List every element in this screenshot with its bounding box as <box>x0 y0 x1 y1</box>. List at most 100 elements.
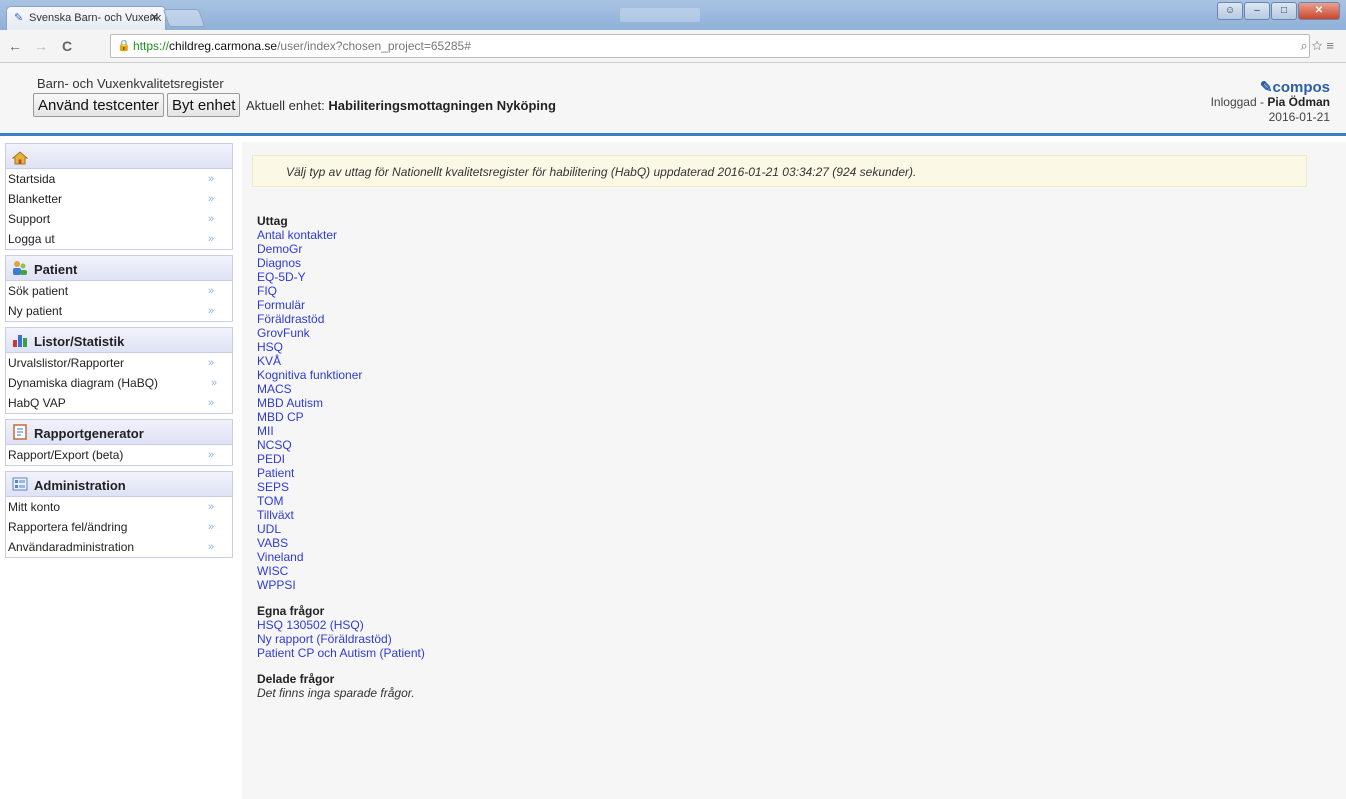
site-favicon-icon: ✎ <box>14 12 24 24</box>
tab-close-icon[interactable]: ✕ <box>150 11 159 24</box>
minimize-icon[interactable]: – <box>1244 2 1270 20</box>
report-link[interactable]: NCSQ <box>257 438 425 452</box>
report-link[interactable]: Kognitiva funktioner <box>257 368 425 382</box>
sidebar-item-label: HabQ VAP <box>8 396 66 410</box>
sidebar-item-urvalslistor[interactable]: Urvalslistor/Rapporter » <box>6 353 232 373</box>
register-title: Barn- och Vuxenkvalitetsregister <box>37 76 224 91</box>
panel-title: Patient <box>34 262 78 277</box>
inloggad-label: Inloggad - <box>1210 95 1264 109</box>
panel-title: Listor/Statistik <box>34 334 125 349</box>
sidebar-item-label: Startsida <box>8 172 56 186</box>
browser-toolbar: ← → C 🔒 https://childreg.carmona.se/user… <box>0 30 1346 63</box>
panel-home-head <box>6 144 232 169</box>
report-link[interactable]: Patient <box>257 466 425 480</box>
url-scheme: https:// <box>133 39 170 53</box>
lock-icon: 🔒 <box>117 40 131 52</box>
delade-fragor-heading: Delade frågor <box>257 672 335 686</box>
sidebar-item-logga-ut[interactable]: Logga ut » <box>6 229 232 249</box>
report-link[interactable]: HSQ <box>257 340 425 354</box>
report-link[interactable]: Tillväxt <box>257 508 425 522</box>
sidebar-item-habq-vap[interactable]: HabQ VAP » <box>6 393 232 413</box>
report-link[interactable]: MII <box>257 424 425 438</box>
panel-rapportgenerator: Rapportgenerator Rapport/Export (beta) » <box>5 419 233 466</box>
report-link[interactable]: MBD Autism <box>257 396 425 410</box>
chevron-right-icon: » <box>208 285 215 297</box>
new-tab-button[interactable] <box>162 9 206 27</box>
sidebar-item-label: Användaradministration <box>8 540 135 554</box>
chevron-right-icon: » <box>211 377 218 389</box>
report-link[interactable]: EQ-5D-Y <box>257 270 425 284</box>
sidebar-item-label: Mitt konto <box>8 500 61 514</box>
report-link[interactable]: DemoGr <box>257 242 425 256</box>
report-link[interactable]: MACS <box>257 382 425 396</box>
sidebar-item-label: Logga ut <box>8 232 55 246</box>
uttag-list: Antal kontakter DemoGr Diagnos EQ-5D-Y FIQ Fo… <box>257 228 425 592</box>
sidebar-item-blanketter[interactable]: Blanketter » <box>6 189 232 209</box>
sidebar-item-sok-patient[interactable]: Sök patient » <box>6 281 232 301</box>
report-link[interactable]: PEDI <box>257 452 425 466</box>
egna-fragor-heading: Egna frågor <box>257 604 325 618</box>
byt-enhet-button[interactable]: Byt enhet <box>167 93 241 117</box>
sidebar-item-label: Ny patient <box>8 304 63 318</box>
sidebar-item-anvandaradministration[interactable]: Användaradministration » <box>6 537 232 557</box>
report-link[interactable]: Antal kontakter <box>257 228 425 242</box>
panel-administration: Administration Mitt konto » Rapportera fe… <box>5 471 233 558</box>
compos-logo: ✎compos <box>1260 78 1330 96</box>
url-host: childreg.carmona.se <box>169 39 278 53</box>
sidebar-item-rapportera-fel[interactable]: Rapportera fel/ändring » <box>6 517 232 537</box>
logo-mark-icon: ✎ <box>1259 79 1273 96</box>
report-link[interactable]: WISC <box>257 564 425 578</box>
report-link[interactable]: Formulär <box>257 298 425 312</box>
chevron-right-icon: » <box>208 173 215 185</box>
panel-patient: Patient Sök patient » Ny patient » <box>5 255 233 322</box>
logo-text: compos <box>1272 79 1330 96</box>
sidebar-item-rapport-export[interactable]: Rapport/Export (beta) » <box>6 445 232 465</box>
panel-title: Rapportgenerator <box>34 426 144 441</box>
report-link[interactable]: TOM <box>257 494 425 508</box>
report-link[interactable]: SEPS <box>257 480 425 494</box>
back-icon[interactable]: ← <box>8 38 22 54</box>
report-link[interactable]: Vineland <box>257 550 425 564</box>
sidebar-item-ny-patient[interactable]: Ny patient » <box>6 301 232 321</box>
report-link[interactable]: VABS <box>257 536 425 550</box>
report-link[interactable]: Föräldrastöd <box>257 312 425 326</box>
panel-administration-head: Administration <box>6 472 232 497</box>
report-link[interactable]: Diagnos <box>257 256 425 270</box>
sidebar-item-label: Rapportera fel/ändring <box>8 520 128 534</box>
report-link[interactable]: HSQ 130502 (HSQ) <box>257 618 425 632</box>
sidebar-item-mitt-konto[interactable]: Mitt konto » <box>6 497 232 517</box>
panel-patient-head: Patient <box>6 256 232 281</box>
report-link[interactable]: FIQ <box>257 284 425 298</box>
browser-tab[interactable]: ✎ Svenska Barn- och Vuxenk ✕ <box>6 6 166 30</box>
admin-grid-icon <box>12 477 28 491</box>
chevron-right-icon: » <box>208 233 215 245</box>
forward-icon[interactable]: → <box>34 38 48 54</box>
tab-title: Svenska Barn- och Vuxenk <box>29 12 162 24</box>
maximize-icon[interactable]: □ <box>1271 2 1297 20</box>
panel-home: Startsida » Blanketter » Support » Logga ut… <box>5 143 233 250</box>
document-icon <box>13 424 27 440</box>
user-icon[interactable]: ☺ <box>1217 2 1243 20</box>
testcenter-button[interactable]: Använd testcenter <box>33 93 164 117</box>
sidebar-item-startsida[interactable]: Startsida » <box>6 169 232 189</box>
sidebar-item-label: Dynamiska diagram (HaBQ) <box>8 376 159 390</box>
report-link[interactable]: GrovFunk <box>257 326 425 340</box>
report-link[interactable]: Ny rapport (Föräldrastöd) <box>257 632 425 646</box>
report-link[interactable]: UDL <box>257 522 425 536</box>
address-bar[interactable]: 🔒 https://childreg.carmona.se/user/index… <box>110 34 1310 58</box>
panel-listor: Listor/Statistik Urvalslistor/Rapporter »… <box>5 327 233 414</box>
page-header: Barn- och Vuxenkvalitetsregister Använd … <box>0 63 1346 136</box>
panel-title: Administration <box>34 478 126 493</box>
chevron-right-icon: » <box>208 397 215 409</box>
report-link[interactable]: Patient CP och Autism (Patient) <box>257 646 425 660</box>
close-window-icon[interactable]: ✕ <box>1298 2 1340 20</box>
report-link[interactable]: MBD CP <box>257 410 425 424</box>
sidebar-item-dynamiska-diagram[interactable]: Dynamiska diagram (HaBQ) » <box>6 373 232 393</box>
sidebar-item-support[interactable]: Support » <box>6 209 232 229</box>
browser-menu-icons[interactable]: ⌕☆≡ <box>1301 38 1338 54</box>
window-controls: ☺ – □ ✕ <box>1217 2 1340 20</box>
sidebar-item-label: Sök patient <box>8 284 69 298</box>
report-link[interactable]: KVÅ <box>257 354 425 368</box>
reload-icon[interactable]: C <box>62 38 72 54</box>
report-link[interactable]: WPPSI <box>257 578 425 592</box>
